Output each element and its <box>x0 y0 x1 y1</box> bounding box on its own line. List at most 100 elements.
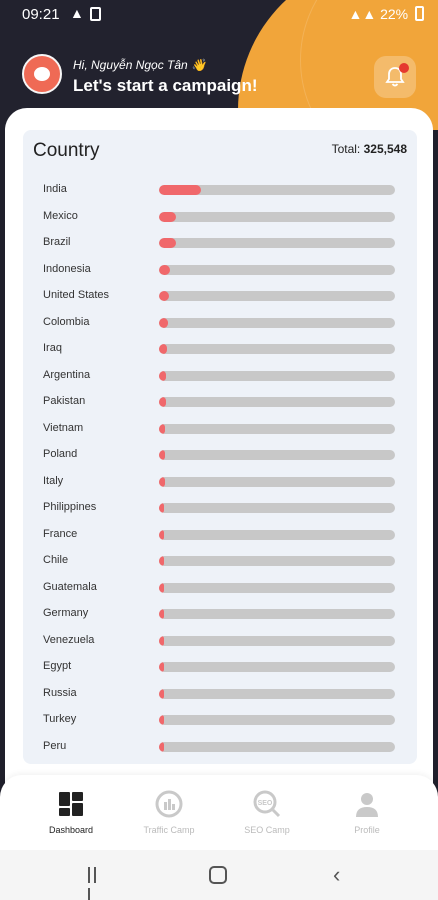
country-row: Venezuela <box>23 631 417 658</box>
bottom-nav: Dashboard Traffic Camp SEO SEO Camp Prof… <box>0 775 438 850</box>
country-bar-track <box>159 397 395 407</box>
country-row: Egypt <box>23 657 417 684</box>
country-bar-track <box>159 503 395 513</box>
country-name: Philippines <box>43 501 97 513</box>
country-name: Vietnam <box>43 421 84 434</box>
country-bar-track <box>159 291 395 301</box>
country-bar-fill <box>159 556 164 566</box>
country-row: Colombia <box>23 313 417 340</box>
nav-dashboard[interactable]: Dashboard <box>26 789 116 835</box>
country-bar-track <box>159 185 395 195</box>
country-bar-fill <box>159 264 170 275</box>
country-bar-fill <box>159 423 166 434</box>
country-name: Mexico <box>43 209 78 222</box>
country-bar-track <box>159 238 395 248</box>
country-name: Egypt <box>43 660 72 672</box>
status-right: ▲▲ 22% <box>348 6 424 22</box>
country-bar-track <box>159 688 395 699</box>
warning-icon: ▲ <box>70 5 84 21</box>
country-bar-fill <box>159 688 164 699</box>
country-bar-fill <box>159 582 164 593</box>
country-bar-fill <box>159 317 169 328</box>
country-name: Argentina <box>43 368 91 381</box>
country-name: Germany <box>43 607 89 619</box>
country-bar-track <box>159 370 395 381</box>
seo-icon: SEO <box>252 789 282 819</box>
nav-label: Traffic Camp <box>143 825 195 835</box>
nav-seo-camp[interactable]: SEO SEO Camp <box>222 789 312 835</box>
country-card: Country Total: 325,548 India Mexico Brazil… <box>23 130 417 764</box>
country-bar-fill <box>159 715 164 725</box>
country-bar-track <box>159 344 395 354</box>
home-icon[interactable] <box>209 866 227 884</box>
country-bar-fill <box>159 397 166 407</box>
country-bar-track <box>159 450 395 460</box>
dashboard-icon <box>56 789 86 819</box>
back-icon[interactable]: ‹ <box>333 862 340 888</box>
page-title: Let's start a campaign! <box>73 76 258 95</box>
notification-dot <box>399 63 409 73</box>
country-name: Italy <box>43 474 64 487</box>
nav-traffic-camp[interactable]: Traffic Camp <box>124 789 214 835</box>
country-row: Iraq <box>23 339 417 366</box>
country-row: Mexico <box>23 207 417 234</box>
country-bar-track <box>159 264 395 275</box>
country-bar-track <box>159 317 395 328</box>
country-bar-track <box>159 529 395 540</box>
notification-button[interactable] <box>374 56 416 98</box>
battery-percent: 22% <box>380 6 409 22</box>
country-row: Italy <box>23 472 417 499</box>
country-name: Indonesia <box>43 262 91 275</box>
svg-text:SEO: SEO <box>258 800 273 807</box>
country-name: Turkey <box>43 713 77 725</box>
country-bar-fill <box>159 741 164 752</box>
country-bar-fill <box>159 529 164 540</box>
country-bar-track <box>159 662 395 672</box>
country-name: Poland <box>43 448 78 460</box>
country-row: India <box>23 180 417 207</box>
country-name: Peru <box>43 739 67 752</box>
greeting-text: Hi, Nguyễn Ngọc Tân 👋 <box>73 58 206 72</box>
country-bar-fill <box>159 211 176 222</box>
country-bar-track <box>159 715 395 725</box>
country-name: Venezuela <box>43 633 95 646</box>
country-name: Pakistan <box>43 395 86 407</box>
nav-label: SEO Camp <box>244 825 290 835</box>
country-name: Iraq <box>43 342 62 354</box>
country-row: Guatemala <box>23 578 417 605</box>
card-title: Country <box>33 140 100 161</box>
country-bar-fill <box>159 344 168 354</box>
country-bar-fill <box>159 476 165 487</box>
battery-icon <box>415 6 424 21</box>
avatar[interactable] <box>22 54 62 94</box>
country-bar-fill <box>159 238 176 248</box>
profile-icon <box>352 789 382 819</box>
total-label: Total: <box>331 142 361 156</box>
country-row: Peru <box>23 737 417 764</box>
country-name: Chile <box>43 554 69 566</box>
country-bar-fill <box>159 609 164 619</box>
country-row: Indonesia <box>23 260 417 287</box>
country-row: Chile <box>23 551 417 578</box>
country-bar-fill <box>159 503 165 513</box>
status-time: 09:21 <box>22 6 60 23</box>
sim-icon <box>90 7 101 21</box>
country-bar-fill <box>159 450 165 460</box>
system-nav: ‹ <box>0 850 438 900</box>
recent-apps-icon[interactable] <box>88 867 104 900</box>
country-bar-track <box>159 556 395 566</box>
nav-profile[interactable]: Profile <box>322 789 412 835</box>
country-name: Russia <box>43 686 77 699</box>
country-bar-track <box>159 423 395 434</box>
country-bar-track <box>159 635 395 646</box>
country-row: Brazil <box>23 233 417 260</box>
nav-label: Dashboard <box>48 825 94 835</box>
country-row: Poland <box>23 445 417 472</box>
country-row: Germany <box>23 604 417 631</box>
country-bar-track <box>159 609 395 619</box>
country-bar-fill <box>159 291 169 301</box>
card-total: Total: 325,548 <box>332 142 407 156</box>
country-bar-track <box>159 582 395 593</box>
country-name: Colombia <box>43 315 90 328</box>
country-bar-fill <box>159 662 164 672</box>
